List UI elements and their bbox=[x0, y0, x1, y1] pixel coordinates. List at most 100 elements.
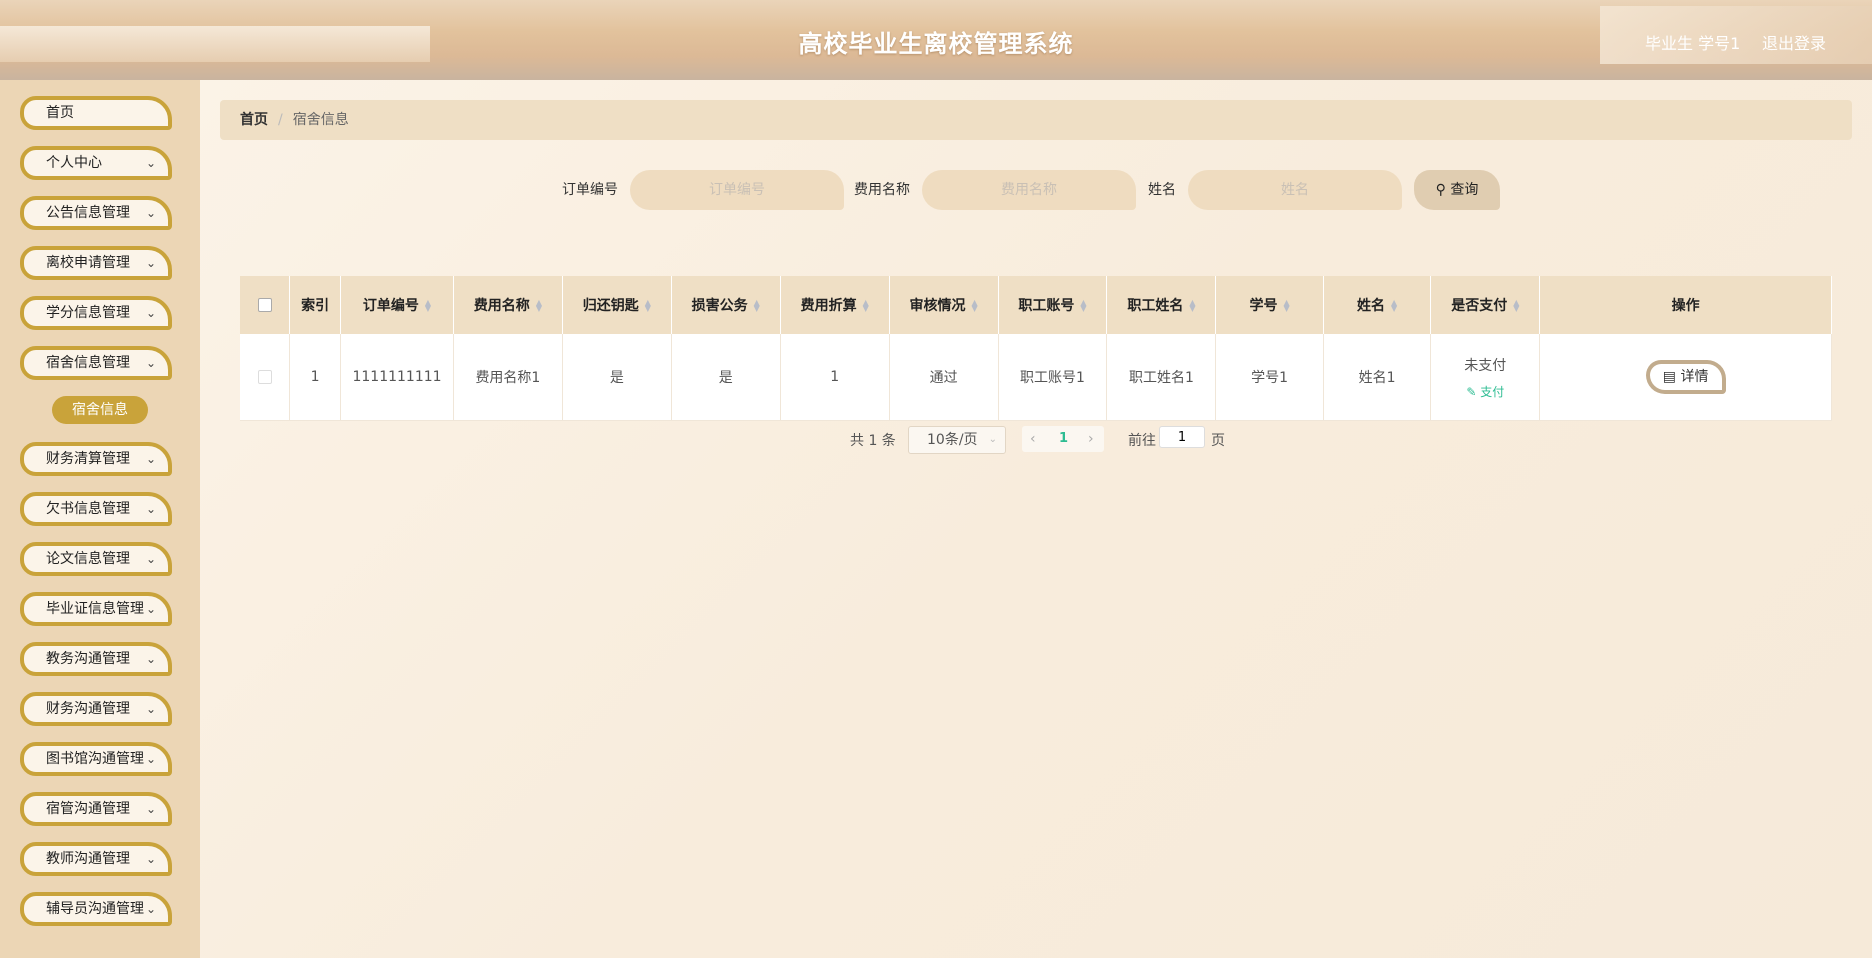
order-no-label: 订单编号 bbox=[562, 182, 618, 198]
sidebar-item-label: 财务清算管理 bbox=[46, 451, 130, 467]
sidebar-item-announcement[interactable]: 公告信息管理 ⌄ bbox=[20, 196, 172, 230]
sort-icon[interactable]: ▲ ▼ bbox=[754, 299, 760, 313]
col-label: 职工姓名 bbox=[1127, 298, 1184, 314]
sort-icon[interactable]: ▲ ▼ bbox=[645, 299, 651, 313]
chevron-down-icon: ⌄ bbox=[145, 902, 156, 916]
sidebar-item-label: 个人中心 bbox=[46, 155, 102, 171]
order-no-input[interactable] bbox=[630, 170, 844, 210]
sidebar-item-leave-application[interactable]: 离校申请管理 ⌄ bbox=[20, 246, 172, 280]
sidebar-item-personal-center[interactable]: 个人中心 ⌄ bbox=[20, 146, 172, 180]
breadcrumb-current: 宿舍信息 bbox=[292, 112, 349, 128]
col-label: 费用名称 bbox=[473, 298, 530, 314]
sidebar-item-diploma[interactable]: 毕业证信息管理 ⌄ bbox=[20, 592, 172, 626]
sort-icon[interactable]: ▲ ▼ bbox=[863, 299, 869, 313]
logout-link[interactable]: 退出登录 bbox=[1762, 30, 1826, 54]
sidebar-item-label: 欠书信息管理 bbox=[46, 501, 130, 517]
chevron-down-icon: ⌄ bbox=[145, 702, 156, 716]
cell-actions: ▤ 详情 bbox=[1539, 334, 1832, 421]
cell-index: 1 bbox=[289, 334, 342, 421]
chevron-down-icon: ⌄ bbox=[145, 156, 156, 170]
col-label: 归还钥匙 bbox=[582, 298, 639, 314]
chevron-down-icon: ⌄ bbox=[145, 602, 156, 616]
edit-icon: ✎ bbox=[1466, 384, 1477, 399]
col-label: 姓名 bbox=[1357, 298, 1386, 314]
pay-link[interactable]: ✎ 支付 bbox=[1432, 383, 1538, 400]
col-return-key[interactable]: 归还钥匙 ▲ ▼ bbox=[562, 276, 672, 334]
col-label: 费用折算 bbox=[800, 298, 857, 314]
breadcrumb-home[interactable]: 首页 bbox=[240, 112, 268, 128]
sidebar-subitem-dormitory-info[interactable]: 宿舍信息 bbox=[52, 396, 148, 424]
search-icon: ⚲ bbox=[1435, 182, 1446, 198]
chevron-down-icon: ⌄ bbox=[145, 356, 156, 370]
sidebar-item-library-comm[interactable]: 图书馆沟通管理 ⌄ bbox=[20, 742, 172, 776]
goto-page-input[interactable] bbox=[1159, 426, 1205, 448]
col-label: 审核情况 bbox=[909, 298, 966, 314]
prev-page-icon[interactable]: ‹ bbox=[1030, 426, 1036, 452]
sort-icon[interactable]: ▲ ▼ bbox=[1080, 299, 1086, 313]
select-all-checkbox[interactable] bbox=[257, 298, 272, 312]
row-checkbox[interactable] bbox=[257, 370, 272, 384]
sort-icon[interactable]: ▲ ▼ bbox=[1513, 299, 1519, 313]
page-suffix-label: 页 bbox=[1211, 433, 1225, 449]
chevron-down-icon: ⌄ bbox=[145, 652, 156, 666]
col-damage[interactable]: 损害公务 ▲ ▼ bbox=[671, 276, 781, 334]
sidebar-item-counselor-comm[interactable]: 辅导员沟通管理 ⌄ bbox=[20, 892, 172, 926]
sidebar-item-label: 财务沟通管理 bbox=[46, 701, 130, 717]
next-page-icon[interactable]: › bbox=[1088, 426, 1094, 452]
sidebar-item-finance-settlement[interactable]: 财务清算管理 ⌄ bbox=[20, 442, 172, 476]
cell-student-no: 学号1 bbox=[1215, 334, 1324, 421]
sidebar-item-label: 论文信息管理 bbox=[46, 551, 130, 567]
sidebar-item-thesis[interactable]: 论文信息管理 ⌄ bbox=[20, 542, 172, 576]
col-name[interactable]: 姓名 ▲ ▼ bbox=[1323, 276, 1432, 334]
chevron-down-icon: ⌄ bbox=[988, 434, 997, 445]
col-order-no[interactable]: 订单编号 ▲ ▼ bbox=[340, 276, 454, 334]
sort-icon[interactable]: ▲ ▼ bbox=[425, 299, 431, 313]
page-number-current[interactable]: 1 bbox=[1059, 426, 1068, 452]
sidebar-item-label: 学分信息管理 bbox=[46, 305, 130, 321]
sidebar-item-academic-comm[interactable]: 教务沟通管理 ⌄ bbox=[20, 642, 172, 676]
chevron-down-icon: ⌄ bbox=[145, 306, 156, 320]
sidebar-item-label: 图书馆沟通管理 bbox=[46, 751, 144, 767]
sort-icon[interactable]: ▲ ▼ bbox=[536, 299, 542, 313]
cell-fee-name: 费用名称1 bbox=[453, 334, 563, 421]
cell-return-key: 是 bbox=[562, 334, 672, 421]
sidebar-item-teacher-comm[interactable]: 教师沟通管理 ⌄ bbox=[20, 842, 172, 876]
col-review[interactable]: 审核情况 ▲ ▼ bbox=[889, 276, 999, 334]
sidebar-item-home[interactable]: 首页 bbox=[20, 96, 172, 130]
sort-icon[interactable]: ▲ ▼ bbox=[1391, 299, 1397, 313]
sort-icon[interactable]: ▲ ▼ bbox=[1189, 299, 1195, 313]
search-button[interactable]: ⚲ 查询 bbox=[1414, 170, 1500, 210]
fee-name-input[interactable] bbox=[922, 170, 1136, 210]
name-input[interactable] bbox=[1188, 170, 1402, 210]
breadcrumb-separator: / bbox=[278, 112, 283, 128]
sidebar-item-credits[interactable]: 学分信息管理 ⌄ bbox=[20, 296, 172, 330]
sort-icon[interactable]: ▲ ▼ bbox=[1284, 299, 1290, 313]
col-student-no[interactable]: 学号 ▲ ▼ bbox=[1215, 276, 1324, 334]
table-row: 1 1111111111 费用名称1 是 是 1 通过 职工账号1 职工姓名1 … bbox=[240, 334, 1832, 421]
chevron-down-icon: ⌄ bbox=[145, 206, 156, 220]
row-select-cell[interactable] bbox=[240, 334, 291, 421]
col-actions: 操作 bbox=[1539, 276, 1832, 334]
page-size-select[interactable]: 10条/页 ⌄ bbox=[908, 426, 1006, 454]
col-paid[interactable]: 是否支付 ▲ ▼ bbox=[1430, 276, 1541, 334]
sidebar-item-book-debt[interactable]: 欠书信息管理 ⌄ bbox=[20, 492, 172, 526]
table-header-row: 索引 订单编号 ▲ ▼ 费用名称 ▲ ▼ 归还钥匙 ▲ ▼ 损害公务 ▲ ▼ 费用折算 ▲ ▼ 审核… bbox=[240, 276, 1832, 334]
col-staff-name[interactable]: 职工姓名 ▲ ▼ bbox=[1106, 276, 1217, 334]
sidebar-item-dorm-manager-comm[interactable]: 宿管沟通管理 ⌄ bbox=[20, 792, 172, 826]
sidebar-item-label: 辅导员沟通管理 bbox=[46, 901, 144, 917]
sidebar-item-dormitory[interactable]: 宿舍信息管理 ⌄ bbox=[20, 346, 172, 380]
col-label: 是否支付 bbox=[1451, 298, 1508, 314]
detail-button[interactable]: ▤ 详情 bbox=[1645, 360, 1726, 394]
col-fee-amount[interactable]: 费用折算 ▲ ▼ bbox=[780, 276, 890, 334]
sort-icon[interactable]: ▲ ▼ bbox=[972, 299, 978, 313]
select-all-cell[interactable] bbox=[240, 276, 291, 334]
col-fee-name[interactable]: 费用名称 ▲ ▼ bbox=[453, 276, 563, 334]
breadcrumb: 首页 / 宿舍信息 bbox=[220, 100, 1852, 140]
chevron-down-icon: ⌄ bbox=[145, 752, 156, 766]
sidebar-item-finance-comm[interactable]: 财务沟通管理 ⌄ bbox=[20, 692, 172, 726]
chevron-down-icon: ⌄ bbox=[145, 256, 156, 270]
sidebar-item-label: 离校申请管理 bbox=[46, 255, 130, 271]
chevron-down-icon: ⌄ bbox=[145, 852, 156, 866]
col-staff-account[interactable]: 职工账号 ▲ ▼ bbox=[998, 276, 1108, 334]
cell-staff-account: 职工账号1 bbox=[998, 334, 1108, 421]
